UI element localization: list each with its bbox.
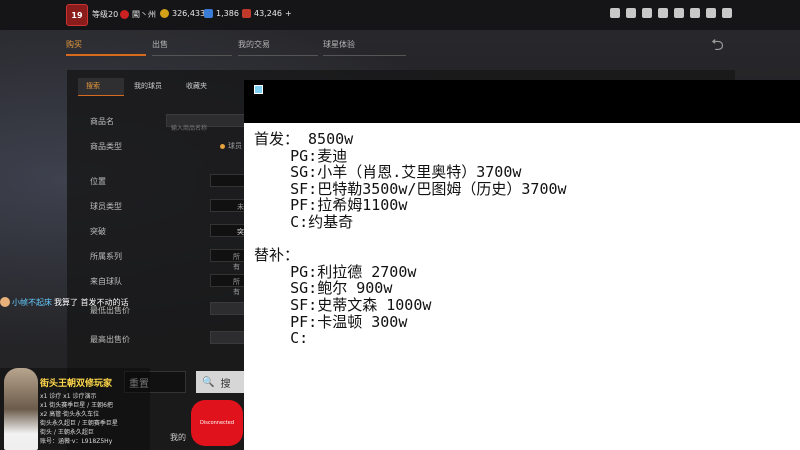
- notepad-window: 首发： 8500w PG:麦迪 SG:小羊（肖恩.艾里奥特）3700w SF:巴…: [244, 80, 800, 450]
- overlay-line: x2 高管·街头永久车位: [40, 411, 100, 418]
- overlay-line: x1 街头赛季巨星 / 王朝6把: [40, 402, 113, 409]
- note-line: SF:史蒂文森 1000w: [254, 295, 432, 314]
- note-line: PG:麦迪: [254, 146, 348, 165]
- points-icon: [204, 9, 213, 18]
- position-select[interactable]: [210, 174, 246, 187]
- coins: 326,433: [160, 9, 205, 18]
- coin-icon: [160, 9, 169, 18]
- friends-icon[interactable]: [642, 8, 652, 18]
- name-input[interactable]: 输入商品名称: [166, 114, 246, 132]
- chat-username: 小帧不起床: [12, 297, 52, 307]
- note-line: PF:拉希姆1100w: [254, 196, 408, 215]
- notepad-titlebar[interactable]: [244, 80, 800, 123]
- search-icon: 🔍: [202, 376, 215, 388]
- max-price-input[interactable]: [210, 331, 246, 344]
- note-line: [254, 231, 800, 248]
- video-icon[interactable]: [658, 8, 668, 18]
- top-icon-group: [610, 8, 732, 18]
- top-bar: 19 等级20 闖丶州 326,433 1,386 43,246 +: [0, 0, 800, 30]
- min-price-input[interactable]: [210, 302, 246, 315]
- breakthrough-label: 突破: [90, 227, 106, 236]
- series-select[interactable]: 所有: [210, 249, 246, 271]
- series-label: 所属系列: [90, 252, 122, 261]
- overlay-line: x1 诊疗 x1 诊疗演示: [40, 393, 97, 400]
- max-price-label: 最高出售价: [90, 335, 130, 344]
- points: 1,386: [204, 9, 239, 18]
- back-icon[interactable]: ⮌: [711, 34, 733, 54]
- vouchers: 43,246 +: [242, 9, 292, 18]
- location-text: 闖丶州: [132, 10, 156, 19]
- name-placeholder: 输入商品名称: [171, 125, 208, 132]
- points-value: 1,386: [216, 9, 239, 18]
- nav-tabs: 购买 出售 我的交易 球星体验: [66, 36, 406, 56]
- settings-icon[interactable]: [690, 8, 700, 18]
- note-line: SG:小羊（肖恩.艾里奥特）3700w: [254, 163, 522, 182]
- tab-sell[interactable]: 出售: [152, 36, 232, 56]
- overlay-line: 街头永久超巨 / 王朝赛季巨星: [40, 420, 118, 427]
- location-icon: [120, 10, 129, 19]
- radio-player[interactable]: [220, 144, 225, 149]
- note-line: SF:巴特勒3500w/巴图姆（历史）3700w: [254, 179, 567, 198]
- exit-icon[interactable]: [722, 8, 732, 18]
- team-select[interactable]: 所有: [210, 274, 246, 296]
- controller-icon: Disconnected: [191, 400, 243, 446]
- profile-icon[interactable]: [626, 8, 636, 18]
- position-label: 位置: [90, 177, 106, 186]
- note-line: C:约基奇: [254, 212, 354, 231]
- type-value: 球员: [228, 142, 242, 150]
- add-currency-button[interactable]: +: [285, 9, 292, 18]
- breakthrough-value: 突: [237, 228, 244, 236]
- player-type-label: 球员类型: [90, 202, 122, 211]
- team-label: 来自球队: [90, 277, 122, 286]
- breakthrough-select[interactable]: 突: [210, 224, 246, 237]
- overlay-line: 账号：涵薇·v：L918Z5Hy: [40, 438, 113, 445]
- controller-status: Disconnected: [199, 420, 235, 426]
- note-line: PF:卡温顿 300w: [254, 312, 408, 331]
- tab-search[interactable]: 搜索: [78, 78, 124, 96]
- bottom-label: 我的: [170, 433, 186, 442]
- overlay-title: 街头王朝双修玩家: [40, 379, 113, 389]
- tab-favorites[interactable]: 收藏夹: [178, 78, 224, 96]
- search-label: 搜: [220, 378, 231, 390]
- chat-avatar: [0, 297, 10, 307]
- gear-icon[interactable]: [674, 8, 684, 18]
- name-label: 商品名: [90, 117, 114, 126]
- chat-message: 小帧不起床 我算了 首发不动的话: [0, 296, 129, 308]
- headset-icon[interactable]: [706, 8, 716, 18]
- user-icon[interactable]: [610, 8, 620, 18]
- location: 闖丶州: [120, 9, 156, 20]
- player-type-select[interactable]: 未: [210, 199, 246, 212]
- chat-text: 我算了 首发不动的话: [54, 297, 129, 307]
- avatar[interactable]: 19: [66, 4, 88, 26]
- overlay-line: 街头 / 王朝永久超巨: [40, 429, 94, 436]
- tab-star-experience[interactable]: 球星体验: [323, 36, 406, 56]
- tab-my-players[interactable]: 我的球员: [126, 78, 174, 96]
- tab-my-trades[interactable]: 我的交易: [238, 36, 318, 56]
- voucher-icon: [242, 9, 251, 18]
- note-line: PG:利拉德 2700w: [254, 262, 417, 281]
- notepad-text-area[interactable]: 首发： 8500w PG:麦迪 SG:小羊（肖恩.艾里奥特）3700w SF:巴…: [244, 123, 800, 450]
- coins-value: 326,433: [172, 9, 206, 18]
- level-label: 等级20: [92, 10, 119, 19]
- note-line: SG:鲍尔 900w: [254, 279, 393, 298]
- note-line: 替补：: [254, 246, 300, 265]
- tab-buy[interactable]: 购买: [66, 36, 146, 56]
- player-type-value: 未: [237, 203, 244, 211]
- notepad-icon: [254, 85, 263, 94]
- note-line: 首发： 8500w: [254, 130, 354, 148]
- note-line: C:: [254, 329, 309, 348]
- type-label: 商品类型: [90, 142, 122, 151]
- vouchers-value: 43,246: [254, 9, 282, 18]
- search-button[interactable]: 🔍 搜: [196, 371, 244, 393]
- player-figure: [4, 368, 38, 450]
